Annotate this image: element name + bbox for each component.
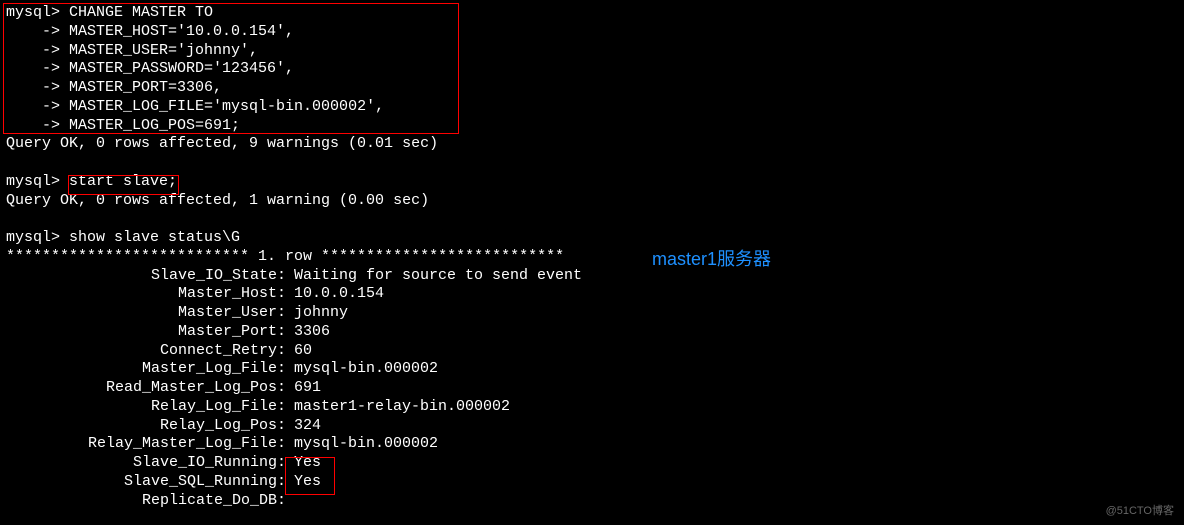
status-label: Relay_Master_Log_File: [6,435,286,454]
status-value: Waiting for source to send event [286,267,582,286]
status-row: Master_Host:10.0.0.154 [6,285,1178,304]
status-row: Read_Master_Log_Pos:691 [6,379,1178,398]
cmd-line: -> MASTER_LOG_POS=691; [6,117,1178,136]
status-label: Slave_SQL_Running: [6,473,286,492]
status-row: Relay_Master_Log_File:mysql-bin.000002 [6,435,1178,454]
status-label: Master_Host: [6,285,286,304]
cmd-line: mysql> CHANGE MASTER TO [6,4,1178,23]
cmd-line: -> MASTER_USER='johnny', [6,42,1178,61]
cmd-line: -> MASTER_LOG_FILE='mysql-bin.000002', [6,98,1178,117]
annotation-label: master1服务器 [652,248,771,271]
status-value: 60 [286,342,312,361]
watermark: @51CTO博客 [1106,505,1174,519]
status-label: Master_Port: [6,323,286,342]
status-row: Relay_Log_File:master1-relay-bin.000002 [6,398,1178,417]
status-label: Connect_Retry: [6,342,286,361]
status-label: Relay_Log_Pos: [6,417,286,436]
status-label: Master_User: [6,304,286,323]
status-value: mysql-bin.000002 [286,360,438,379]
show-slave-status-cmd: show slave status\G [60,229,240,246]
cont-prompt: -> [6,79,60,96]
master-log-pos: MASTER_LOG_POS=691; [60,117,240,134]
master-host: MASTER_HOST='10.0.0.154', [60,23,294,40]
cmd-line: -> MASTER_PASSWORD='123456', [6,60,1178,79]
cont-prompt: -> [6,23,60,40]
mysql-prompt: mysql> [6,229,60,246]
status-row: Master_User:johnny [6,304,1178,323]
status-row: Replicate_Do_DB: [6,492,1178,511]
cmd-line: -> MASTER_PORT=3306, [6,79,1178,98]
blank-line [6,210,1178,229]
master-log-file: MASTER_LOG_FILE='mysql-bin.000002', [60,98,384,115]
query-result: Query OK, 0 rows affected, 1 warning (0.… [6,192,1178,211]
status-label: Slave_IO_Running: [6,454,286,473]
status-value: 10.0.0.154 [286,285,384,304]
status-row: Slave_IO_State:Waiting for source to sen… [6,267,1178,286]
status-row: Slave_SQL_Running:Yes [6,473,1178,492]
master-port: MASTER_PORT=3306, [60,79,222,96]
cont-prompt: -> [6,98,60,115]
query-result: Query OK, 0 rows affected, 9 warnings (0… [6,135,1178,154]
slave-io-running-value: Yes [286,454,321,473]
change-master-cmd: CHANGE MASTER TO [60,4,213,21]
status-value: johnny [286,304,348,323]
status-value: mysql-bin.000002 [286,435,438,454]
status-row: Master_Port:3306 [6,323,1178,342]
mysql-prompt: mysql> [6,4,60,21]
mysql-prompt: mysql> [6,173,60,190]
status-row: Master_Log_File:mysql-bin.000002 [6,360,1178,379]
slave-sql-running-value: Yes [286,473,321,492]
cmd-line: mysql> show slave status\G [6,229,1178,248]
cont-prompt: -> [6,117,60,134]
status-value: 691 [286,379,321,398]
cmd-line: mysql> start slave; [6,173,1178,192]
status-row: Connect_Retry:60 [6,342,1178,361]
status-row: Relay_Log_Pos:324 [6,417,1178,436]
status-value [286,492,294,511]
status-label: Relay_Log_File: [6,398,286,417]
master-user: MASTER_USER='johnny', [60,42,258,59]
status-label: Slave_IO_State: [6,267,286,286]
master-password: MASTER_PASSWORD='123456', [60,60,294,77]
status-value: master1-relay-bin.000002 [286,398,510,417]
start-slave-cmd: start slave; [60,173,177,190]
row-header: *************************** 1. row *****… [6,248,1178,267]
cmd-line: -> MASTER_HOST='10.0.0.154', [6,23,1178,42]
status-label: Read_Master_Log_Pos: [6,379,286,398]
status-label: Master_Log_File: [6,360,286,379]
status-value: 324 [286,417,321,436]
status-label: Replicate_Do_DB: [6,492,286,511]
status-value: 3306 [286,323,330,342]
cont-prompt: -> [6,42,60,59]
terminal-output: mysql> CHANGE MASTER TO -> MASTER_HOST='… [6,4,1178,510]
cont-prompt: -> [6,60,60,77]
blank-line [6,154,1178,173]
status-row: Slave_IO_Running:Yes [6,454,1178,473]
